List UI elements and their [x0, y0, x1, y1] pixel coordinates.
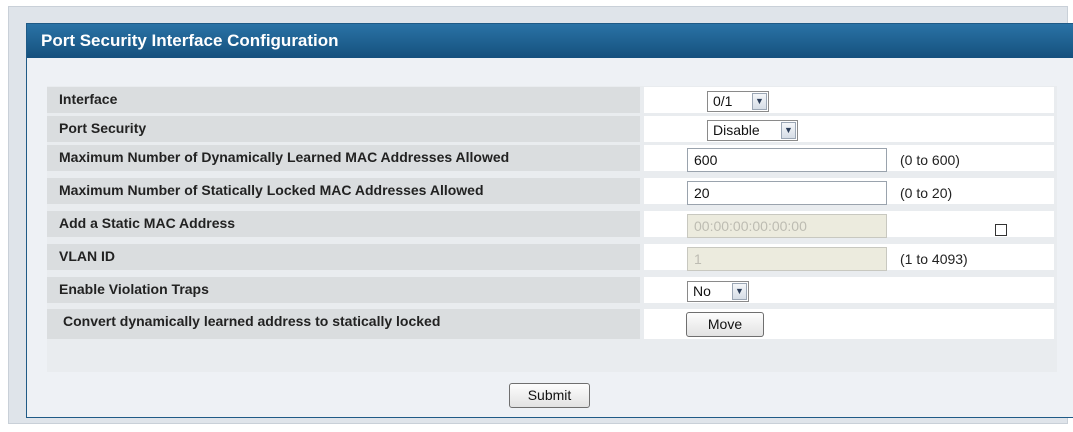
label-violation-traps: Enable Violation Traps [47, 277, 640, 303]
chevron-down-icon[interactable]: ▼ [781, 122, 796, 139]
chevron-down-icon[interactable]: ▼ [732, 283, 747, 300]
row-vlan-id: VLAN ID 1 (1 to 4093) [47, 243, 1057, 272]
port-security-select[interactable]: Disable ▼ [707, 120, 798, 141]
row-port-security: Port Security Disable ▼ [47, 115, 1057, 144]
label-interface: Interface [47, 87, 640, 113]
chevron-down-icon[interactable]: ▼ [752, 93, 767, 110]
value-cell: No ▼ [644, 277, 1054, 303]
row-interface: Interface 0/1 ▼ [47, 86, 1057, 115]
row-static-mac: Add a Static MAC Address 00:00:00:00:00:… [47, 210, 1057, 239]
interface-select-value: 0/1 [713, 93, 733, 109]
max-dynamic-input[interactable]: 600 [687, 148, 887, 172]
violation-traps-select-value: No [693, 283, 711, 299]
move-button[interactable]: Move [686, 312, 764, 337]
violation-traps-select[interactable]: No ▼ [687, 281, 749, 302]
row-max-static: Maximum Number of Statically Locked MAC … [47, 177, 1057, 206]
label-port-security: Port Security [47, 116, 640, 142]
label-max-static: Maximum Number of Statically Locked MAC … [47, 178, 640, 204]
submit-button[interactable]: Submit [509, 383, 590, 408]
max-dynamic-range: (0 to 600) [900, 152, 960, 168]
value-cell: Disable ▼ [644, 116, 1054, 142]
row-violation-traps: Enable Violation Traps No ▼ [47, 276, 1057, 305]
vlan-id-input[interactable]: 1 [687, 247, 887, 271]
vlan-id-range: (1 to 4093) [900, 251, 968, 267]
row-max-dynamic: Maximum Number of Dynamically Learned MA… [47, 144, 1057, 173]
label-convert: Convert dynamically learned address to s… [47, 309, 640, 339]
label-max-dynamic: Maximum Number of Dynamically Learned MA… [47, 145, 640, 171]
port-security-panel: Port Security Interface Configuration In… [26, 23, 1073, 418]
static-mac-checkbox[interactable] [995, 224, 1007, 236]
interface-select[interactable]: 0/1 ▼ [707, 91, 769, 112]
label-vlan-id: VLAN ID [47, 244, 640, 270]
max-static-range: (0 to 20) [900, 185, 953, 201]
panel-title: Port Security Interface Configuration [27, 24, 1073, 58]
value-cell: 0/1 ▼ [644, 87, 1054, 113]
max-static-input[interactable]: 20 [687, 181, 887, 205]
static-mac-input[interactable]: 00:00:00:00:00:00 [687, 214, 887, 238]
label-static-mac: Add a Static MAC Address [47, 211, 640, 237]
row-convert: Convert dynamically learned address to s… [47, 308, 1057, 342]
port-security-select-value: Disable [713, 122, 760, 138]
config-table: Interface 0/1 ▼ Port Security Disable ▼ … [47, 86, 1057, 372]
